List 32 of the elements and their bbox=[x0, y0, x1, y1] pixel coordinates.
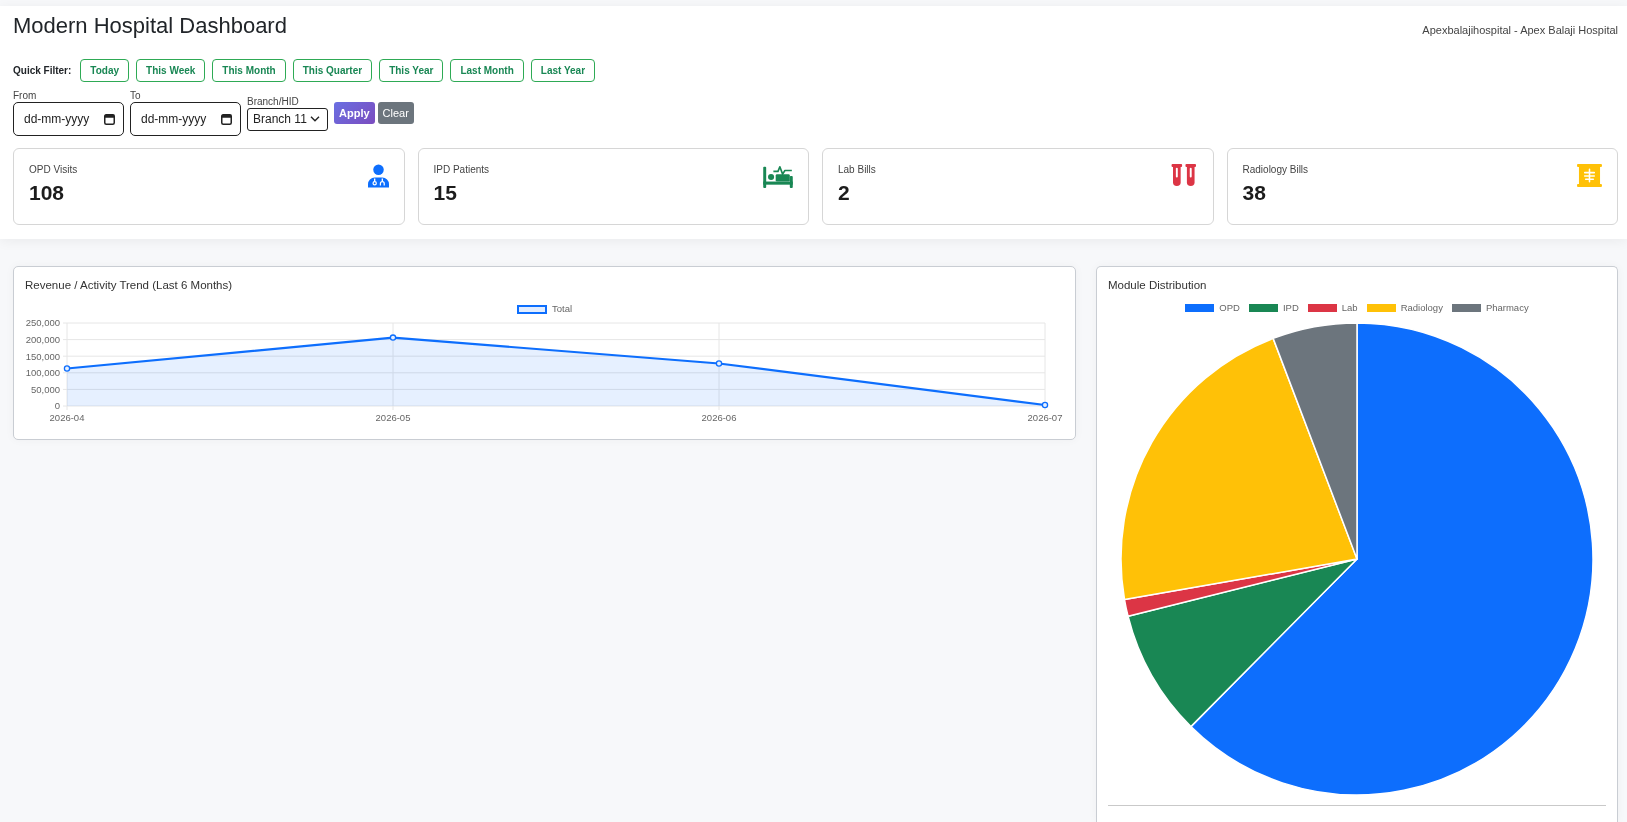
axis-label: 150,000 bbox=[25, 350, 60, 362]
filter-label: Quick Filter: bbox=[13, 65, 72, 76]
axis-label: 50,000 bbox=[30, 383, 60, 395]
field-label: From bbox=[13, 89, 38, 102]
field-label: To bbox=[130, 89, 142, 102]
hospital-name: Apexbalajihospital - Apex Balaji Hospital bbox=[1422, 23, 1618, 37]
legend-label: Pharmacy bbox=[1485, 302, 1529, 314]
stat-value: 15 bbox=[433, 180, 458, 206]
stat-label: IPD Patients bbox=[433, 163, 490, 176]
stat-value: 108 bbox=[29, 180, 66, 206]
page-title: Modern Hospital Dashboard bbox=[13, 12, 287, 40]
stat-value: 38 bbox=[1242, 180, 1267, 206]
stat-label: Lab Bills bbox=[838, 163, 876, 176]
legend-label: Lab bbox=[1341, 302, 1358, 314]
chart-title: Revenue / Activity Trend (Last 6 Months) bbox=[24, 278, 234, 293]
stat-label: Radiology Bills bbox=[1242, 163, 1309, 176]
axis-label: 2026-04 bbox=[49, 412, 85, 423]
legend-label: Total bbox=[551, 303, 573, 315]
legend-label: Radiology bbox=[1400, 302, 1443, 314]
legend-label: OPD bbox=[1219, 302, 1240, 314]
axis-label: 200,000 bbox=[25, 333, 60, 345]
legend-label: IPD bbox=[1282, 302, 1299, 314]
axis-label: 250,000 bbox=[25, 317, 60, 329]
chart-title: Module Distribution bbox=[1107, 278, 1208, 293]
field-label: Branch/HID bbox=[247, 94, 300, 108]
stat-value: 2 bbox=[838, 180, 851, 206]
axis-label: 2026-05 bbox=[375, 412, 411, 423]
stat-label: OPD Visits bbox=[29, 163, 78, 176]
axis-label: 0 bbox=[54, 400, 60, 412]
axis-label: 2026-07 bbox=[1027, 412, 1063, 423]
axis-label: 2026-06 bbox=[701, 412, 737, 423]
axis-label: 100,000 bbox=[25, 367, 60, 379]
